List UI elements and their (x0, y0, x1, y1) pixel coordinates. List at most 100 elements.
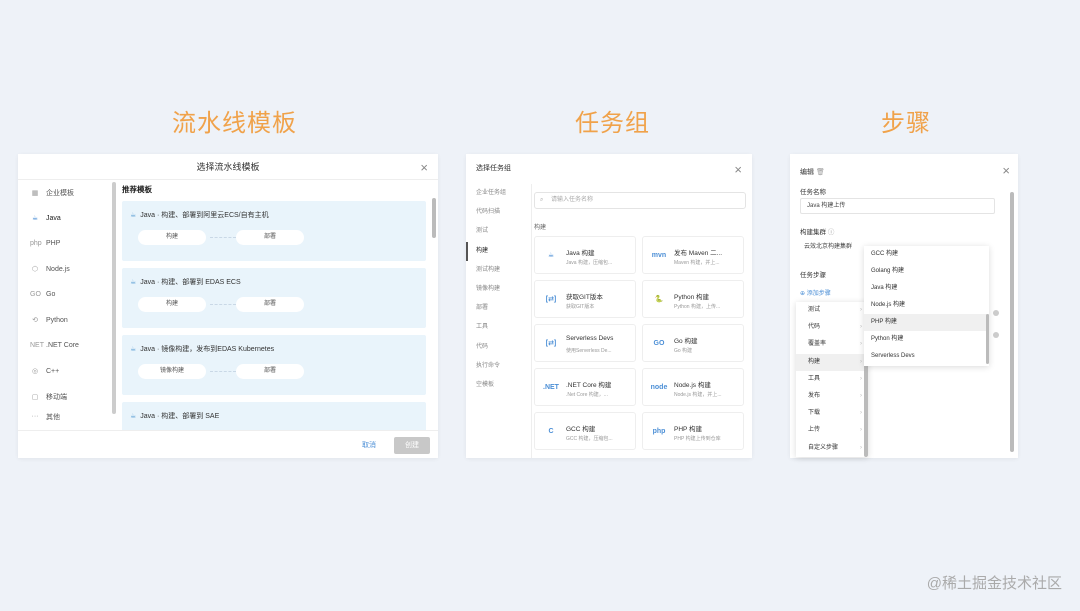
close-icon[interactable]: × (734, 163, 742, 176)
sidebar-item[interactable]: 工具 (466, 318, 531, 337)
chevron-right-icon: › (860, 358, 862, 365)
sidebar-item[interactable]: 部署 (466, 299, 531, 318)
sidebar-item[interactable]: 执行命令 (466, 357, 531, 376)
gcc-icon: C (548, 428, 554, 435)
sidebar-item[interactable]: 代码 (466, 338, 531, 357)
sidebar-item[interactable]: 空模板 (466, 376, 531, 395)
submenu-item-php[interactable]: PHP 构建 (864, 314, 989, 331)
sidebar-item[interactable]: 测试 (466, 222, 531, 241)
task-tile[interactable]: [⇄] 获取GIT版本 获取GIT版本 (534, 280, 636, 318)
template-card[interactable]: ☕ Java · 镜像构建，发布到EDAS Kubernetes 镜像构建 部署 (122, 335, 426, 395)
menu-item[interactable]: 上传 › (796, 422, 868, 439)
template-card[interactable]: ☕ Java · 构建、部署到 SAE (122, 402, 426, 430)
stage-pill: 镜像构建 (138, 364, 206, 379)
sidebar-item[interactable]: 企业任务组 (466, 184, 531, 203)
submenu-item[interactable]: Node.js 构建 (864, 297, 989, 314)
sidebar-item-dotnet[interactable]: NET .NET Core (18, 333, 108, 359)
submenu-item[interactable]: Java 构建 (864, 280, 989, 297)
tile-desc: 使用Serverless De... (566, 348, 612, 354)
menu-item-label: 下载 (808, 410, 821, 417)
sidebar-item[interactable]: 代码扫描 (466, 203, 531, 222)
stage-connector (210, 304, 236, 305)
template-card[interactable]: ☕ Java · 构建、部署到 EDAS ECS 构建 部署 (122, 268, 426, 328)
sidebar-scrollbar[interactable] (112, 182, 116, 414)
git-icon: [⇄] (545, 296, 557, 303)
sidebar-item-build[interactable]: 构建 (466, 241, 531, 261)
task-tile[interactable]: node Node.js 构建 Node.js 构建，并上... (642, 368, 744, 406)
sidebar-item-cpp[interactable]: ◎ C++ (18, 359, 108, 385)
java-icon: ☕ (130, 212, 137, 219)
task-tile[interactable]: GO Go 构建 Go 构建 (642, 324, 744, 362)
sidebar-item-label: 企业模板 (46, 189, 74, 197)
sidebar-item-label: PHP (46, 240, 61, 248)
tile-desc: Maven 构建，并上... (674, 260, 720, 266)
tile-name: Serverless Devs (566, 335, 614, 342)
add-step-button[interactable]: ⊕ 添加步骤 (800, 288, 831, 297)
sidebar-item-label: C++ (46, 367, 60, 375)
menu-item-label: 覆盖率 (808, 341, 827, 348)
task-name-input[interactable]: Java 构建上传 (800, 198, 995, 214)
chevron-right-icon: › (860, 444, 862, 451)
sidebar-item-label: .NET Core (46, 342, 79, 350)
trash-icon[interactable]: 🗑 (816, 169, 825, 176)
submenu-item[interactable]: Golang 构建 (864, 263, 989, 280)
submenu-item[interactable]: GCC 构建 (864, 246, 989, 263)
panel-scrollbar[interactable] (1010, 192, 1014, 452)
task-group-sidebar: 企业任务组 代码扫描 测试 构建 测试构建 镜像构建 部署 工具 代码 执行命令… (466, 184, 532, 458)
maven-icon: mvn (651, 252, 667, 259)
sidebar-item-enterprise[interactable]: ▦ 企业模板 (18, 180, 108, 206)
task-tile[interactable]: php PHP 构建 PHP 构建上传到仓库 (642, 412, 744, 450)
template-card[interactable]: ☕ Java · 构建、部署到阿里云ECS/自有主机 构建 部署 (122, 201, 426, 261)
menu-item[interactable]: 下载 › (796, 405, 868, 422)
task-tile[interactable]: .NET .NET Core 构建 .Net Core 构建，... (534, 368, 636, 406)
submenu-item[interactable]: Serverless Devs (864, 348, 989, 365)
create-button[interactable]: 创建 (394, 437, 430, 454)
close-icon[interactable]: × (420, 161, 428, 174)
cancel-button[interactable]: 取消 (352, 437, 386, 454)
menu-item[interactable]: 工具 › (796, 371, 868, 388)
menu-item[interactable]: 发布 › (796, 388, 868, 405)
submenu-item[interactable]: Python 构建 (864, 331, 989, 348)
menu-item[interactable]: 测试 › (796, 302, 868, 319)
tile-desc: PHP 构建上传到仓库 (674, 436, 721, 442)
menu-item-label: 测试 (808, 307, 821, 313)
sidebar-item-python[interactable]: ⟲ Python (18, 308, 108, 334)
cpp-icon: ◎ (31, 368, 39, 376)
sidebar-item-go[interactable]: GO Go (18, 282, 108, 308)
chevron-right-icon: › (860, 324, 862, 331)
sidebar-item-other[interactable]: ··· 其他 (18, 410, 108, 424)
watermark: @稀土掘金技术社区 (926, 575, 1062, 592)
chevron-right-icon: › (860, 392, 862, 399)
menu-item-label: 代码 (808, 324, 821, 331)
sidebar-item[interactable]: 镜像构建 (466, 280, 531, 299)
sidebar-item[interactable]: 测试构建 (466, 261, 531, 280)
template-title: Java · 镜像构建，发布到EDAS Kubernetes (140, 346, 275, 353)
submenu-scrollbar[interactable] (986, 314, 989, 364)
status-dot (993, 332, 999, 338)
menu-item[interactable]: 自定义步骤 › (796, 440, 868, 457)
menu-item[interactable]: 覆盖率 › (796, 336, 868, 353)
close-icon[interactable]: × (1002, 164, 1010, 177)
stage-pill: 构建 (138, 230, 206, 245)
menu-item-build[interactable]: 构建 › (796, 353, 868, 371)
go-icon: GO (653, 340, 665, 347)
template-sidebar: ▦ 企业模板 ☕ Java php PHP ⬡ Node.js GO Go ⟲ Python… (18, 180, 108, 430)
menu-item[interactable]: 代码 › (796, 319, 868, 336)
sidebar-item-php[interactable]: php PHP (18, 231, 108, 257)
sidebar-item-mobile[interactable]: ▢ 移动端 (18, 384, 108, 410)
task-tile[interactable]: [⇄] Serverless Devs 使用Serverless De... (534, 324, 636, 362)
template-title: Java · 构建、部署到阿里云ECS/自有主机 (140, 212, 269, 219)
sidebar-item-label: 移动端 (46, 393, 67, 401)
sidebar-item-java[interactable]: ☕ Java (18, 206, 108, 232)
task-tile[interactable]: C GCC 构建 GCC 构建，压缩包... (534, 412, 636, 450)
go-icon: GO (30, 291, 41, 299)
task-tile[interactable]: ☕ Java 构建 Java 构建，压缩包... (534, 236, 636, 274)
dotnet-icon: .NET (543, 384, 559, 391)
task-tile[interactable]: 🐍 Python 构建 Python 构建，上传... (642, 280, 744, 318)
serverless-icon: [⇄] (545, 340, 557, 347)
tile-desc: GCC 构建，压缩包... (566, 436, 613, 442)
task-tile[interactable]: mvn 发布 Maven 二... Maven 构建，并上... (642, 236, 744, 274)
search-input[interactable]: ⌕ 请输入任务名称 (534, 192, 746, 209)
sidebar-item-nodejs[interactable]: ⬡ Node.js (18, 257, 108, 283)
list-scrollbar[interactable] (432, 198, 436, 238)
